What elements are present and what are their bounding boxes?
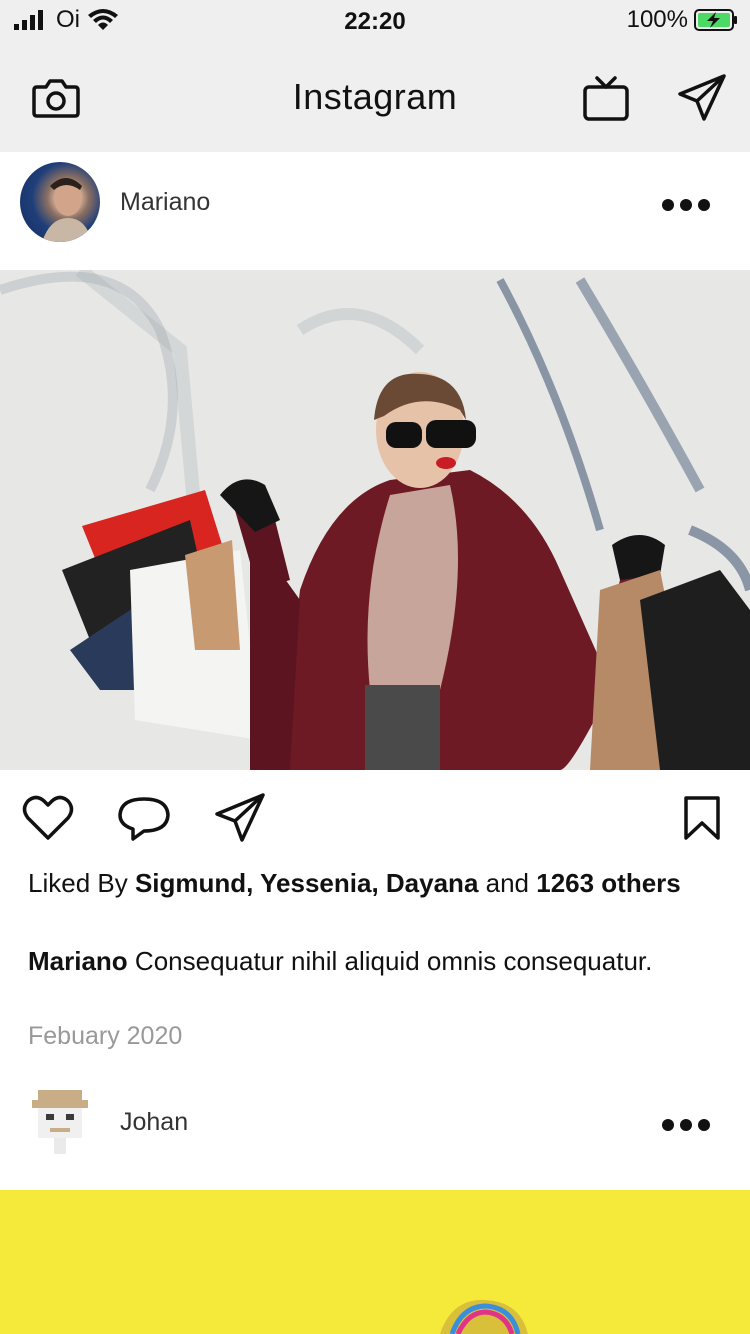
- avatar[interactable]: [20, 162, 100, 242]
- more-icon: [662, 1119, 710, 1131]
- post-image[interactable]: [0, 270, 750, 770]
- like-button[interactable]: [20, 790, 76, 846]
- more-options-button-2[interactable]: [658, 1110, 714, 1140]
- likes-text: Liked By Sigmund, Yessenia, Dayana and 1…: [28, 866, 718, 900]
- post-header: Mariano: [0, 152, 750, 262]
- battery-charging-icon: [694, 9, 737, 31]
- share-button[interactable]: [212, 790, 268, 846]
- liked-by-prefix: Liked By: [28, 868, 135, 898]
- comment-button[interactable]: [116, 790, 172, 846]
- post-header-2: Johan: [0, 1070, 750, 1180]
- liked-by-names[interactable]: Sigmund, Yessenia, Dayana: [135, 868, 478, 898]
- liked-by-and: and: [478, 868, 537, 898]
- shopping-woman-photo: [0, 270, 750, 770]
- battery-percent: 100%: [626, 6, 688, 33]
- pixel-avatar: [32, 1090, 88, 1154]
- top-navigation-bar: Instagram: [0, 40, 750, 152]
- yellow-portrait-photo: [0, 1190, 750, 1334]
- share-icon: [215, 793, 265, 842]
- tv-icon: [583, 76, 629, 121]
- caption-text: Consequatur nihil aliquid omnis consequa…: [127, 946, 653, 976]
- igtv-button[interactable]: [578, 70, 634, 126]
- direct-message-icon: [678, 74, 726, 121]
- app-title: Instagram: [292, 76, 458, 117]
- liked-by-count[interactable]: 1263 others: [536, 868, 681, 898]
- post-actions: [0, 790, 750, 850]
- direct-messages-button[interactable]: [674, 70, 730, 126]
- comment-icon: [118, 797, 170, 841]
- post-username-2[interactable]: Johan: [120, 1108, 188, 1137]
- avatar-portrait: [42, 178, 92, 242]
- caption-username[interactable]: Mariano: [28, 946, 128, 976]
- post-caption: Mariano Consequatur nihil aliquid omnis …: [28, 944, 718, 978]
- more-options-button[interactable]: [658, 190, 714, 220]
- post-username[interactable]: Mariano: [120, 188, 210, 217]
- post-date: Febuary 2020: [28, 1022, 183, 1050]
- avatar-2[interactable]: [30, 1090, 90, 1154]
- more-icon: [662, 199, 710, 211]
- bookmark-button[interactable]: [674, 790, 730, 846]
- heart-icon: [22, 795, 74, 840]
- status-right: 100%: [627, 6, 738, 34]
- bookmark-icon: [684, 796, 720, 840]
- status-bar: Oi 22:20 100%: [0, 0, 750, 40]
- post-image-2[interactable]: [0, 1190, 750, 1334]
